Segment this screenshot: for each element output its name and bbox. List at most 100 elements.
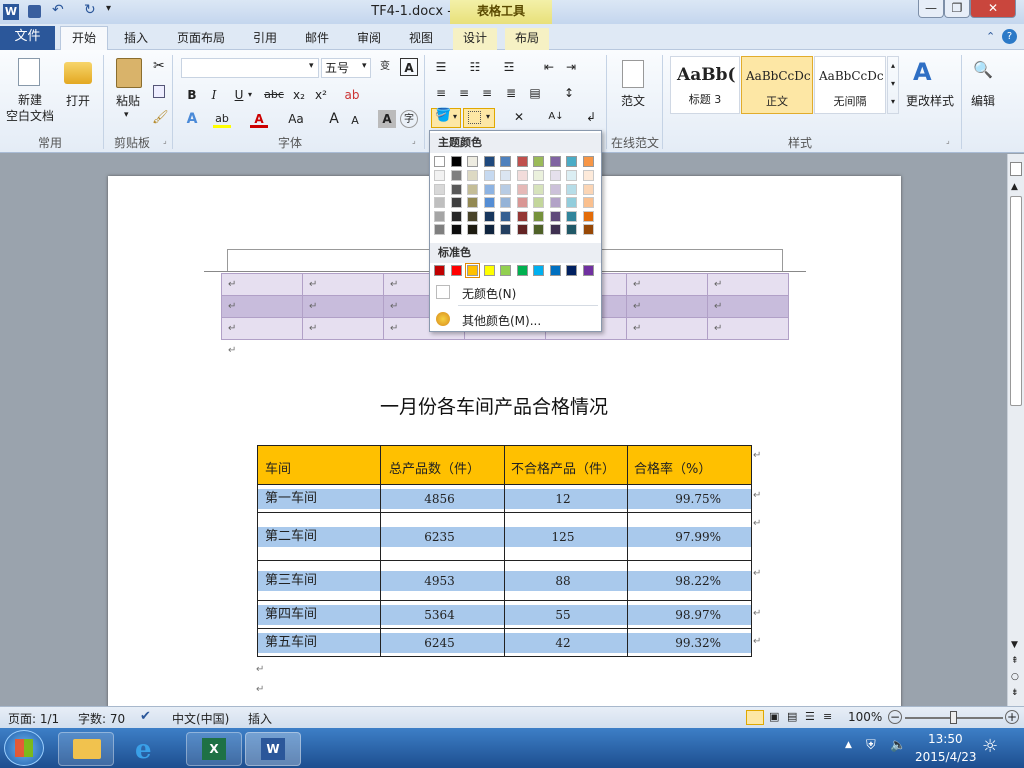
color-swatch[interactable] [467, 224, 478, 235]
tray-up-icon[interactable]: ▲ [845, 740, 852, 750]
table-cell-defects[interactable]: 42 [505, 629, 628, 656]
header-cell-defects[interactable]: 不合格产品（件） [505, 446, 628, 484]
color-swatch[interactable] [549, 156, 561, 167]
highlight-icon[interactable]: ab [213, 110, 231, 128]
subscript-button[interactable]: x₂ [290, 86, 308, 104]
color-swatch[interactable] [434, 210, 445, 222]
decrease-indent-icon[interactable]: ⇤ [540, 58, 558, 76]
browse-object-icon[interactable]: ○ [1011, 672, 1019, 682]
document-heading[interactable]: 一月份各车间产品合格情况 [380, 392, 608, 419]
tab-insert[interactable]: 插入 [115, 28, 157, 50]
color-swatch[interactable] [483, 197, 495, 208]
color-swatch[interactable] [450, 183, 462, 195]
font-color-icon[interactable]: A [250, 110, 268, 128]
table-cell[interactable]: ↵ [302, 317, 384, 340]
status-word-count[interactable]: 字数: 70 [78, 710, 125, 727]
color-swatch[interactable] [549, 183, 561, 195]
data-table[interactable]: 车间 总产品数（件） 不合格产品（件） 合格率（%） 第一车间 4856 12 99.… [257, 445, 752, 657]
styles-launcher-icon[interactable]: ⌟ [946, 136, 950, 145]
table-cell-rate[interactable]: 99.75% [628, 485, 751, 512]
color-swatch[interactable] [516, 265, 528, 276]
zoom-level[interactable]: 100% [848, 710, 882, 724]
table-cell[interactable]: ↵ [707, 273, 789, 296]
styles-scroll-icon[interactable]: ▴ ▾ ▾ [887, 56, 899, 114]
color-swatch[interactable] [533, 265, 544, 276]
weather-icon[interactable]: ☼ [982, 736, 998, 757]
table-cell[interactable]: ↵ [221, 273, 303, 296]
color-swatch[interactable] [533, 156, 544, 167]
tab-references[interactable]: 引用 [245, 28, 285, 50]
help-up-icon[interactable]: ⌃ [986, 30, 995, 43]
next-page-icon[interactable]: ⇟ [1011, 688, 1019, 698]
chinese-layout-icon[interactable]: ✕ [510, 108, 528, 126]
tab-mailings[interactable]: 邮件 [297, 28, 337, 50]
color-swatch[interactable] [500, 265, 511, 276]
text-effect-icon[interactable]: A [183, 110, 201, 128]
scroll-thumb[interactable] [1010, 196, 1022, 406]
table-cell[interactable]: ↵ [707, 317, 789, 340]
header-cell-rate[interactable]: 合格率（%） [628, 446, 751, 484]
zoom-slider-thumb[interactable] [950, 711, 957, 724]
color-swatch[interactable] [566, 210, 577, 222]
color-swatch[interactable] [549, 210, 561, 222]
status-language[interactable]: 中文(中国) [172, 710, 229, 727]
color-swatch[interactable] [483, 156, 495, 167]
tab-design[interactable]: 设计 [453, 28, 497, 50]
multilevel-list-icon[interactable]: ☲ [500, 58, 518, 76]
ruler-toggle-icon[interactable] [1010, 162, 1022, 176]
color-swatch[interactable] [483, 210, 495, 222]
color-swatch[interactable] [450, 265, 462, 276]
paste-button[interactable]: 粘贴 [110, 92, 146, 109]
style-normal[interactable]: AaBbCcDc 正文 [741, 56, 813, 114]
table-cell[interactable]: ↵ [626, 317, 708, 340]
templates-button[interactable]: 范文 [615, 92, 651, 109]
clock-time[interactable]: 13:50 [928, 732, 963, 746]
char-border-icon[interactable]: A [400, 58, 418, 76]
color-swatch[interactable] [434, 156, 445, 167]
shading-dropdown-icon[interactable]: ▾ [453, 112, 457, 121]
no-color-item[interactable]: 无颜色(N) [430, 281, 601, 303]
color-swatch[interactable] [516, 170, 528, 181]
cut-icon[interactable]: ✂ [153, 58, 165, 74]
more-colors-item[interactable]: 其他颜色(M)... [430, 309, 601, 331]
tab-review[interactable]: 审阅 [349, 28, 389, 50]
distributed-icon[interactable]: ▤ [526, 84, 544, 102]
new-document-button[interactable]: 新建 空白文档 [4, 92, 56, 124]
italic-button[interactable]: I [205, 86, 223, 104]
line-spacing-icon[interactable]: ↕ [560, 84, 578, 102]
color-swatch[interactable] [500, 224, 511, 235]
strikethrough-button[interactable]: abc [262, 86, 286, 104]
font-name-dropdown-icon[interactable]: ▾ [309, 61, 314, 71]
color-swatch[interactable] [483, 183, 495, 195]
vertical-scrollbar[interactable]: ▲ ▼ ⇞ ○ ⇟ [1007, 154, 1024, 706]
phonetic-guide-icon[interactable]: 变 [376, 58, 394, 76]
tab-file[interactable]: 文件 [0, 26, 55, 50]
color-swatch[interactable] [582, 224, 594, 235]
view-web-icon[interactable]: ▤ [787, 710, 797, 723]
color-swatch[interactable] [434, 170, 445, 181]
tab-layout[interactable]: 布局 [505, 28, 549, 50]
tab-home[interactable]: 开始 [60, 26, 108, 51]
increase-indent-icon[interactable]: ⇥ [562, 58, 580, 76]
style-heading3[interactable]: AaBb( 标题 3 [670, 56, 740, 114]
color-swatch[interactable] [500, 197, 511, 208]
color-swatch[interactable] [450, 170, 462, 181]
color-swatch[interactable] [533, 170, 544, 181]
style-no-spacing[interactable]: AaBbCcDc 无间隔 [814, 56, 886, 114]
enclose-char-icon[interactable]: 字 [400, 110, 418, 128]
edit-button[interactable]: 编辑 [966, 92, 1000, 109]
color-swatch[interactable] [500, 183, 511, 195]
color-swatch[interactable] [467, 210, 478, 222]
taskbar-explorer[interactable] [58, 732, 114, 766]
font-size-dropdown-icon[interactable]: ▾ [362, 61, 367, 71]
color-swatch[interactable] [467, 197, 478, 208]
color-swatch[interactable] [500, 156, 511, 167]
clear-format-icon[interactable]: ab [343, 86, 361, 104]
change-case-button[interactable]: Aa [285, 110, 307, 128]
table-cell[interactable]: ↵ [626, 273, 708, 296]
align-right-icon[interactable]: ≡ [478, 84, 496, 102]
color-swatch[interactable] [465, 263, 480, 278]
sort-icon[interactable]: A↓ [547, 108, 565, 126]
color-swatch[interactable] [434, 265, 445, 276]
scroll-down-icon[interactable]: ▼ [1011, 640, 1018, 650]
